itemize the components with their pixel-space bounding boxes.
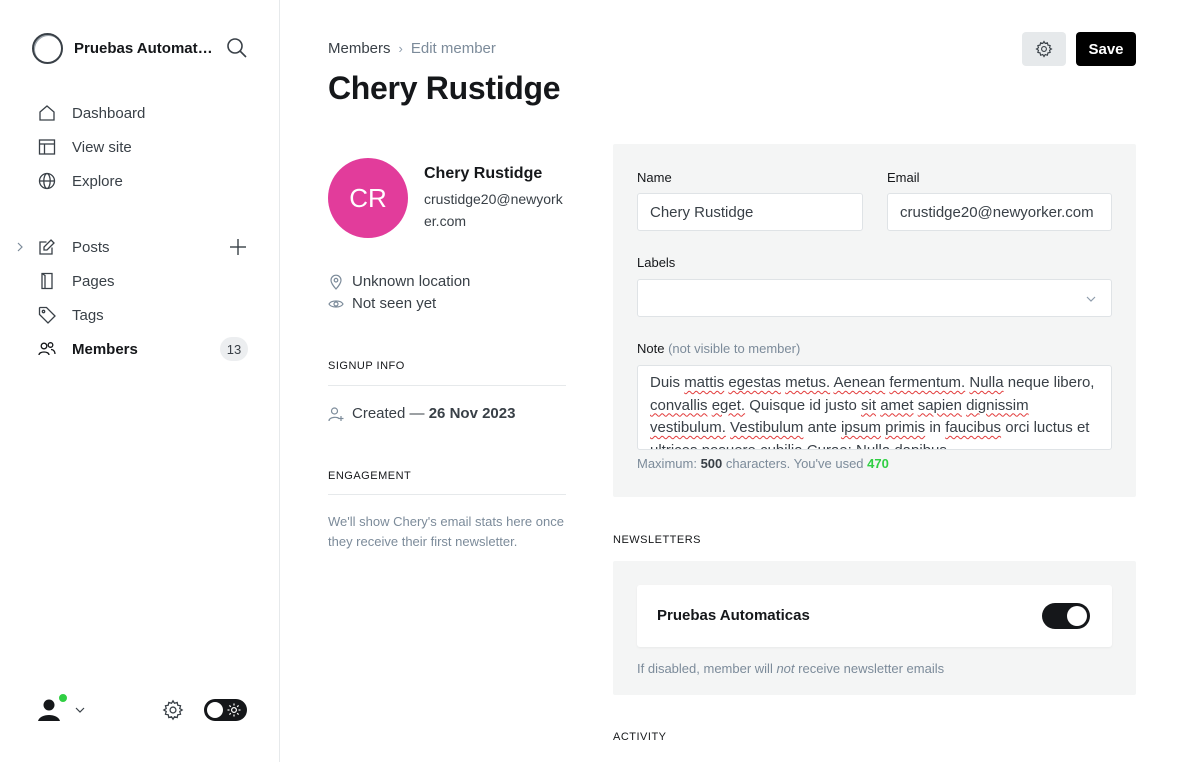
sidebar: Pruebas Automaticas Dashboard View site … — [0, 0, 280, 762]
settings-gear-icon[interactable] — [162, 699, 184, 721]
counter-used: 470 — [867, 456, 889, 471]
pen-icon — [39, 239, 55, 255]
member-name: Chery Rustidge — [424, 165, 543, 182]
site-brand[interactable]: Pruebas Automaticas — [32, 32, 214, 64]
email-field[interactable] — [887, 193, 1112, 231]
site-logo — [32, 32, 63, 64]
sidebar-item-label: Explore — [72, 172, 123, 190]
name-field[interactable] — [637, 193, 863, 231]
page-icon — [41, 272, 53, 290]
engagement-text: We'll show Chery's email stats here once… — [328, 514, 564, 549]
member-last-seen: Not seen yet — [328, 295, 436, 312]
globe-icon — [38, 172, 56, 190]
sidebar-item-dashboard[interactable]: Dashboard — [0, 96, 280, 130]
search-icon[interactable] — [226, 37, 248, 59]
breadcrumb-separator: › — [398, 41, 403, 56]
note-hint: (not visible to member) — [668, 341, 801, 356]
counter-prefix: Maximum: — [637, 456, 697, 471]
created-label: Created — — [352, 405, 425, 422]
note-label-text: Note — [637, 341, 665, 356]
user-menu[interactable] — [32, 692, 68, 726]
note-character-counter: Maximum: 500 characters. You've used 470 — [637, 456, 889, 471]
sidebar-item-label: Members — [72, 340, 138, 358]
note-label: Note (not visible to member) — [637, 341, 800, 356]
chevron-right-icon[interactable] — [14, 241, 26, 253]
newsletter-name: Pruebas Automaticas — [657, 607, 810, 624]
sidebar-item-label: Tags — [72, 306, 104, 324]
newsletter-hint: If disabled, member will not receive new… — [637, 661, 944, 676]
sidebar-item-pages[interactable]: Pages — [0, 264, 280, 298]
location-pin-icon — [330, 274, 342, 290]
add-post-icon[interactable] — [228, 237, 248, 257]
nav-secondary: Posts Pages Tags Members 13 — [0, 230, 280, 366]
member-location: Unknown location — [328, 273, 470, 290]
labels-label: Labels — [637, 255, 676, 270]
newsletter-row: Pruebas Automaticas — [637, 585, 1112, 647]
sidebar-item-view-site[interactable]: View site — [0, 130, 280, 164]
last-seen-text: Not seen yet — [352, 295, 437, 312]
tag-icon — [38, 306, 56, 324]
counter-mid: characters. You've used — [725, 456, 864, 471]
hint-emphasis: not — [776, 661, 795, 676]
sidebar-item-posts[interactable]: Posts — [0, 230, 280, 264]
sidebar-item-label: Posts — [72, 238, 110, 256]
member-avatar: CR — [328, 158, 408, 238]
breadcrumb: Members › Edit member — [328, 40, 496, 57]
sidebar-item-label: View site — [72, 138, 132, 156]
home-icon — [39, 105, 55, 121]
members-count-badge: 13 — [220, 337, 248, 361]
theme-toggle[interactable] — [204, 699, 247, 721]
chevron-down-icon[interactable] — [74, 704, 86, 716]
sidebar-footer — [32, 692, 248, 728]
sidebar-item-members[interactable]: Members 13 — [0, 332, 280, 366]
nav-primary: Dashboard View site Explore — [0, 96, 280, 198]
page-title: Chery Rustidge — [328, 70, 561, 106]
counter-max: 500 — [700, 456, 723, 471]
members-icon — [38, 342, 56, 356]
layout-icon — [38, 139, 56, 155]
site-name: Pruebas Automaticas — [74, 39, 214, 57]
divider — [328, 494, 566, 495]
gear-icon — [1035, 40, 1053, 58]
created-date: 26 Nov 2023 — [428, 405, 516, 422]
online-status-dot — [58, 693, 68, 703]
breadcrumb-members-link[interactable]: Members — [328, 40, 391, 57]
location-text: Unknown location — [352, 273, 471, 290]
toggle-knob — [1067, 606, 1087, 626]
sidebar-item-tags[interactable]: Tags — [0, 298, 280, 332]
save-button[interactable]: Save — [1076, 32, 1136, 66]
divider — [328, 385, 566, 386]
hint-after: receive newsletter emails — [798, 661, 945, 676]
hint-before: If disabled, member will — [637, 661, 773, 676]
activity-heading: ACTIVITY — [613, 731, 667, 743]
newsletters-heading: NEWSLETTERS — [613, 534, 702, 546]
labels-select[interactable] — [637, 279, 1112, 317]
sun-icon — [227, 703, 241, 717]
member-email: crustidge20@newyorker.com — [424, 191, 563, 229]
theme-toggle-knob — [207, 702, 223, 718]
sidebar-item-label: Pages — [72, 272, 115, 290]
sidebar-item-explore[interactable]: Explore — [0, 164, 280, 198]
user-add-icon — [328, 406, 344, 421]
note-textarea[interactable]: Duis mattis egestas metus. Aenean fermen… — [637, 365, 1112, 450]
name-label: Name — [637, 170, 672, 185]
signup-info-heading: SIGNUP INFO — [328, 360, 405, 372]
eye-icon — [328, 299, 344, 308]
member-actions-button[interactable] — [1022, 32, 1066, 66]
newsletter-subscription-toggle[interactable] — [1042, 603, 1090, 629]
chevron-down-icon — [1086, 296, 1096, 302]
email-label: Email — [887, 170, 920, 185]
note-text: Duis mattis egestas metus. Aenean fermen… — [650, 374, 1095, 450]
sidebar-item-label: Dashboard — [72, 104, 146, 122]
engagement-heading: ENGAGEMENT — [328, 470, 412, 482]
created-row: Created — 26 Nov 2023 — [328, 405, 515, 422]
breadcrumb-current: Edit member — [410, 40, 496, 57]
